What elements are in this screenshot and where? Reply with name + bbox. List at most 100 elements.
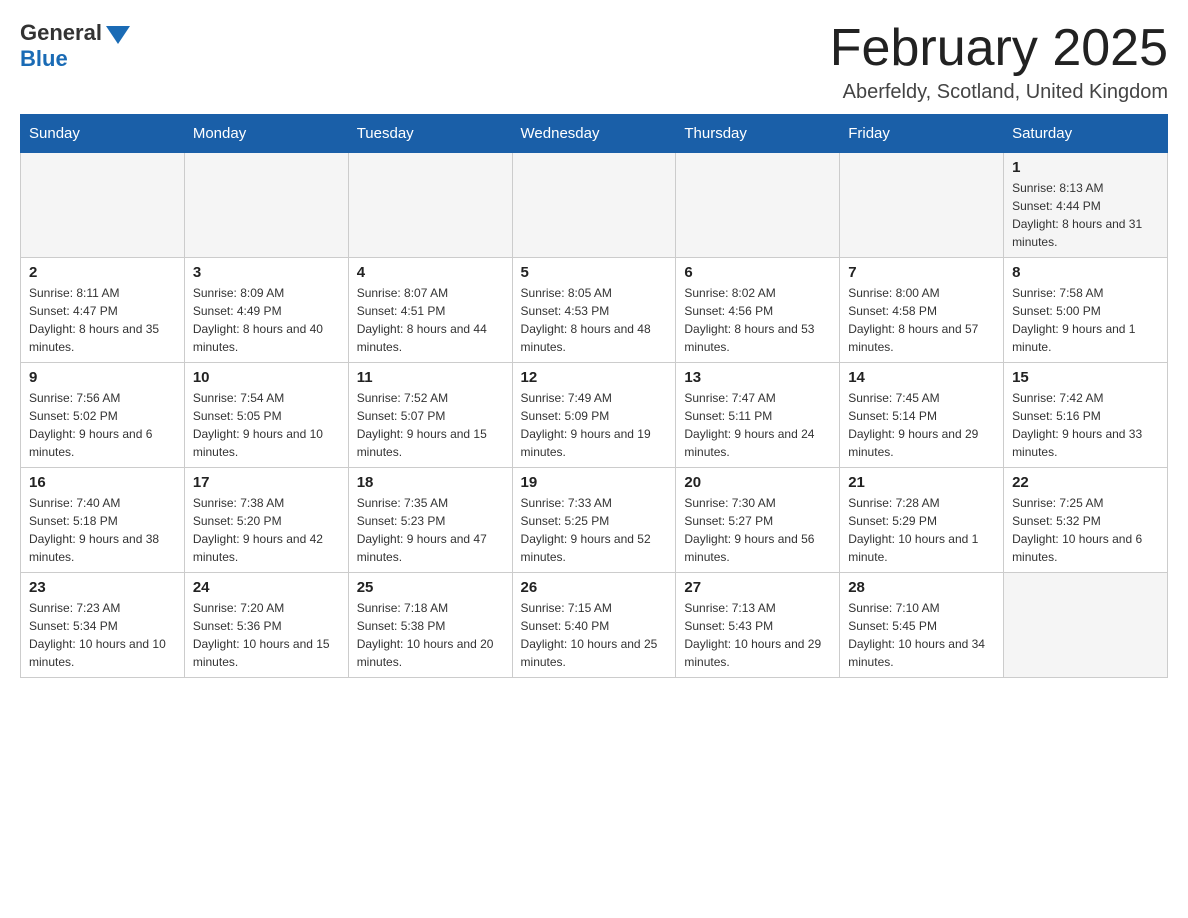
day-info: Sunrise: 7:54 AM Sunset: 5:05 PM Dayligh… bbox=[193, 389, 340, 461]
calendar-cell: 7 Sunrise: 8:00 AM Sunset: 4:58 PM Daylig… bbox=[840, 258, 1004, 363]
day-info: Sunrise: 7:38 AM Sunset: 5:20 PM Dayligh… bbox=[193, 494, 340, 566]
title-block: February 2025 Aberfeldy, Scotland, Unite… bbox=[830, 20, 1168, 104]
day-number: 25 bbox=[357, 579, 504, 596]
calendar-cell: 24 Sunrise: 7:20 AM Sunset: 5:36 PM Dayli… bbox=[184, 573, 348, 678]
header-day-sunday: Sunday bbox=[21, 115, 185, 153]
calendar-cell: 23 Sunrise: 7:23 AM Sunset: 5:34 PM Dayli… bbox=[21, 573, 185, 678]
calendar-table: SundayMondayTuesdayWednesdayThursdayFrid… bbox=[20, 114, 1168, 678]
header-day-friday: Friday bbox=[840, 115, 1004, 153]
day-info: Sunrise: 7:13 AM Sunset: 5:43 PM Dayligh… bbox=[684, 599, 831, 671]
calendar-cell: 6Sunrise: 8:02 AM Sunset: 4:56 PM Daylig… bbox=[676, 258, 840, 363]
logo-triangle-icon bbox=[106, 26, 130, 44]
calendar-cell: 16 Sunrise: 7:40 AM Sunset: 5:18 PM Dayli… bbox=[21, 468, 185, 573]
day-number: 28 bbox=[848, 579, 995, 596]
calendar-cell bbox=[348, 153, 512, 258]
calendar-cell: 1Sunrise: 8:13 AM Sunset: 4:44 PM Daylig… bbox=[1004, 153, 1168, 258]
calendar-header: SundayMondayTuesdayWednesdayThursdayFrid… bbox=[21, 115, 1168, 153]
day-info: Sunrise: 7:23 AM Sunset: 5:34 PM Dayligh… bbox=[29, 599, 176, 671]
day-number: 2 bbox=[29, 264, 176, 281]
header-day-wednesday: Wednesday bbox=[512, 115, 676, 153]
day-info: Sunrise: 8:00 AM Sunset: 4:58 PM Dayligh… bbox=[848, 284, 995, 356]
calendar-cell: 19 Sunrise: 7:33 AM Sunset: 5:25 PM Dayli… bbox=[512, 468, 676, 573]
day-number: 10 bbox=[193, 369, 340, 386]
day-number: 3 bbox=[193, 264, 340, 281]
logo-blue-text: Blue bbox=[20, 46, 68, 72]
day-info: Sunrise: 7:25 AM Sunset: 5:32 PM Dayligh… bbox=[1012, 494, 1159, 566]
calendar-cell: 9 Sunrise: 7:56 AM Sunset: 5:02 PM Daylig… bbox=[21, 363, 185, 468]
calendar-body: 1Sunrise: 8:13 AM Sunset: 4:44 PM Daylig… bbox=[21, 153, 1168, 678]
calendar-week-row: 23 Sunrise: 7:23 AM Sunset: 5:34 PM Dayli… bbox=[21, 573, 1168, 678]
day-number: 13 bbox=[684, 369, 831, 386]
logo-top: General bbox=[20, 20, 130, 46]
calendar-cell: 12 Sunrise: 7:49 AM Sunset: 5:09 PM Dayli… bbox=[512, 363, 676, 468]
month-title: February 2025 bbox=[830, 20, 1168, 77]
calendar-cell: 28 Sunrise: 7:10 AM Sunset: 5:45 PM Dayli… bbox=[840, 573, 1004, 678]
calendar-cell: 15 Sunrise: 7:42 AM Sunset: 5:16 PM Dayli… bbox=[1004, 363, 1168, 468]
calendar-cell: 25 Sunrise: 7:18 AM Sunset: 5:38 PM Dayli… bbox=[348, 573, 512, 678]
day-info: Sunrise: 7:47 AM Sunset: 5:11 PM Dayligh… bbox=[684, 389, 831, 461]
day-info: Sunrise: 7:49 AM Sunset: 5:09 PM Dayligh… bbox=[521, 389, 668, 461]
day-info: Sunrise: 7:33 AM Sunset: 5:25 PM Dayligh… bbox=[521, 494, 668, 566]
calendar-week-row: 9 Sunrise: 7:56 AM Sunset: 5:02 PM Daylig… bbox=[21, 363, 1168, 468]
calendar-cell: 13 Sunrise: 7:47 AM Sunset: 5:11 PM Dayli… bbox=[676, 363, 840, 468]
day-number: 12 bbox=[521, 369, 668, 386]
header-row: SundayMondayTuesdayWednesdayThursdayFrid… bbox=[21, 115, 1168, 153]
day-info: Sunrise: 7:30 AM Sunset: 5:27 PM Dayligh… bbox=[684, 494, 831, 566]
calendar-cell: 2Sunrise: 8:11 AM Sunset: 4:47 PM Daylig… bbox=[21, 258, 185, 363]
day-info: Sunrise: 7:28 AM Sunset: 5:29 PM Dayligh… bbox=[848, 494, 995, 566]
day-info: Sunrise: 7:40 AM Sunset: 5:18 PM Dayligh… bbox=[29, 494, 176, 566]
page-header: General Blue February 2025 Aberfeldy, Sc… bbox=[20, 20, 1168, 104]
day-number: 20 bbox=[684, 474, 831, 491]
calendar-cell: 14 Sunrise: 7:45 AM Sunset: 5:14 PM Dayli… bbox=[840, 363, 1004, 468]
calendar-cell bbox=[184, 153, 348, 258]
calendar-week-row: 2Sunrise: 8:11 AM Sunset: 4:47 PM Daylig… bbox=[21, 258, 1168, 363]
calendar-cell bbox=[21, 153, 185, 258]
day-number: 18 bbox=[357, 474, 504, 491]
day-info: Sunrise: 7:45 AM Sunset: 5:14 PM Dayligh… bbox=[848, 389, 995, 461]
calendar-week-row: 1Sunrise: 8:13 AM Sunset: 4:44 PM Daylig… bbox=[21, 153, 1168, 258]
day-info: Sunrise: 7:35 AM Sunset: 5:23 PM Dayligh… bbox=[357, 494, 504, 566]
header-day-tuesday: Tuesday bbox=[348, 115, 512, 153]
calendar-cell: 5Sunrise: 8:05 AM Sunset: 4:53 PM Daylig… bbox=[512, 258, 676, 363]
day-number: 19 bbox=[521, 474, 668, 491]
calendar-cell: 10 Sunrise: 7:54 AM Sunset: 5:05 PM Dayli… bbox=[184, 363, 348, 468]
day-number: 23 bbox=[29, 579, 176, 596]
header-day-saturday: Saturday bbox=[1004, 115, 1168, 153]
calendar-cell: 27Sunrise: 7:13 AM Sunset: 5:43 PM Dayli… bbox=[676, 573, 840, 678]
calendar-cell bbox=[1004, 573, 1168, 678]
calendar-cell: 17Sunrise: 7:38 AM Sunset: 5:20 PM Dayli… bbox=[184, 468, 348, 573]
calendar-cell: 11Sunrise: 7:52 AM Sunset: 5:07 PM Dayli… bbox=[348, 363, 512, 468]
calendar-cell: 8 Sunrise: 7:58 AM Sunset: 5:00 PM Daylig… bbox=[1004, 258, 1168, 363]
day-info: Sunrise: 7:56 AM Sunset: 5:02 PM Dayligh… bbox=[29, 389, 176, 461]
day-number: 22 bbox=[1012, 474, 1159, 491]
day-info: Sunrise: 7:10 AM Sunset: 5:45 PM Dayligh… bbox=[848, 599, 995, 671]
calendar-week-row: 16 Sunrise: 7:40 AM Sunset: 5:18 PM Dayli… bbox=[21, 468, 1168, 573]
calendar-cell bbox=[512, 153, 676, 258]
header-day-monday: Monday bbox=[184, 115, 348, 153]
day-info: Sunrise: 7:20 AM Sunset: 5:36 PM Dayligh… bbox=[193, 599, 340, 671]
day-number: 7 bbox=[848, 264, 995, 281]
calendar-cell bbox=[840, 153, 1004, 258]
calendar-cell bbox=[676, 153, 840, 258]
calendar-cell: 22 Sunrise: 7:25 AM Sunset: 5:32 PM Dayli… bbox=[1004, 468, 1168, 573]
logo-general-text: General bbox=[20, 20, 102, 46]
day-number: 9 bbox=[29, 369, 176, 386]
day-number: 8 bbox=[1012, 264, 1159, 281]
day-info: Sunrise: 7:58 AM Sunset: 5:00 PM Dayligh… bbox=[1012, 284, 1159, 356]
day-number: 15 bbox=[1012, 369, 1159, 386]
day-number: 16 bbox=[29, 474, 176, 491]
day-number: 24 bbox=[193, 579, 340, 596]
calendar-cell: 4Sunrise: 8:07 AM Sunset: 4:51 PM Daylig… bbox=[348, 258, 512, 363]
calendar-cell: 18 Sunrise: 7:35 AM Sunset: 5:23 PM Dayli… bbox=[348, 468, 512, 573]
day-number: 1 bbox=[1012, 159, 1159, 176]
header-day-thursday: Thursday bbox=[676, 115, 840, 153]
logo: General Blue bbox=[20, 20, 130, 72]
day-info: Sunrise: 7:15 AM Sunset: 5:40 PM Dayligh… bbox=[521, 599, 668, 671]
day-info: Sunrise: 7:42 AM Sunset: 5:16 PM Dayligh… bbox=[1012, 389, 1159, 461]
day-number: 11 bbox=[357, 369, 504, 386]
day-number: 21 bbox=[848, 474, 995, 491]
calendar-cell: 21 Sunrise: 7:28 AM Sunset: 5:29 PM Dayli… bbox=[840, 468, 1004, 573]
day-info: Sunrise: 7:18 AM Sunset: 5:38 PM Dayligh… bbox=[357, 599, 504, 671]
day-number: 14 bbox=[848, 369, 995, 386]
day-number: 5 bbox=[521, 264, 668, 281]
